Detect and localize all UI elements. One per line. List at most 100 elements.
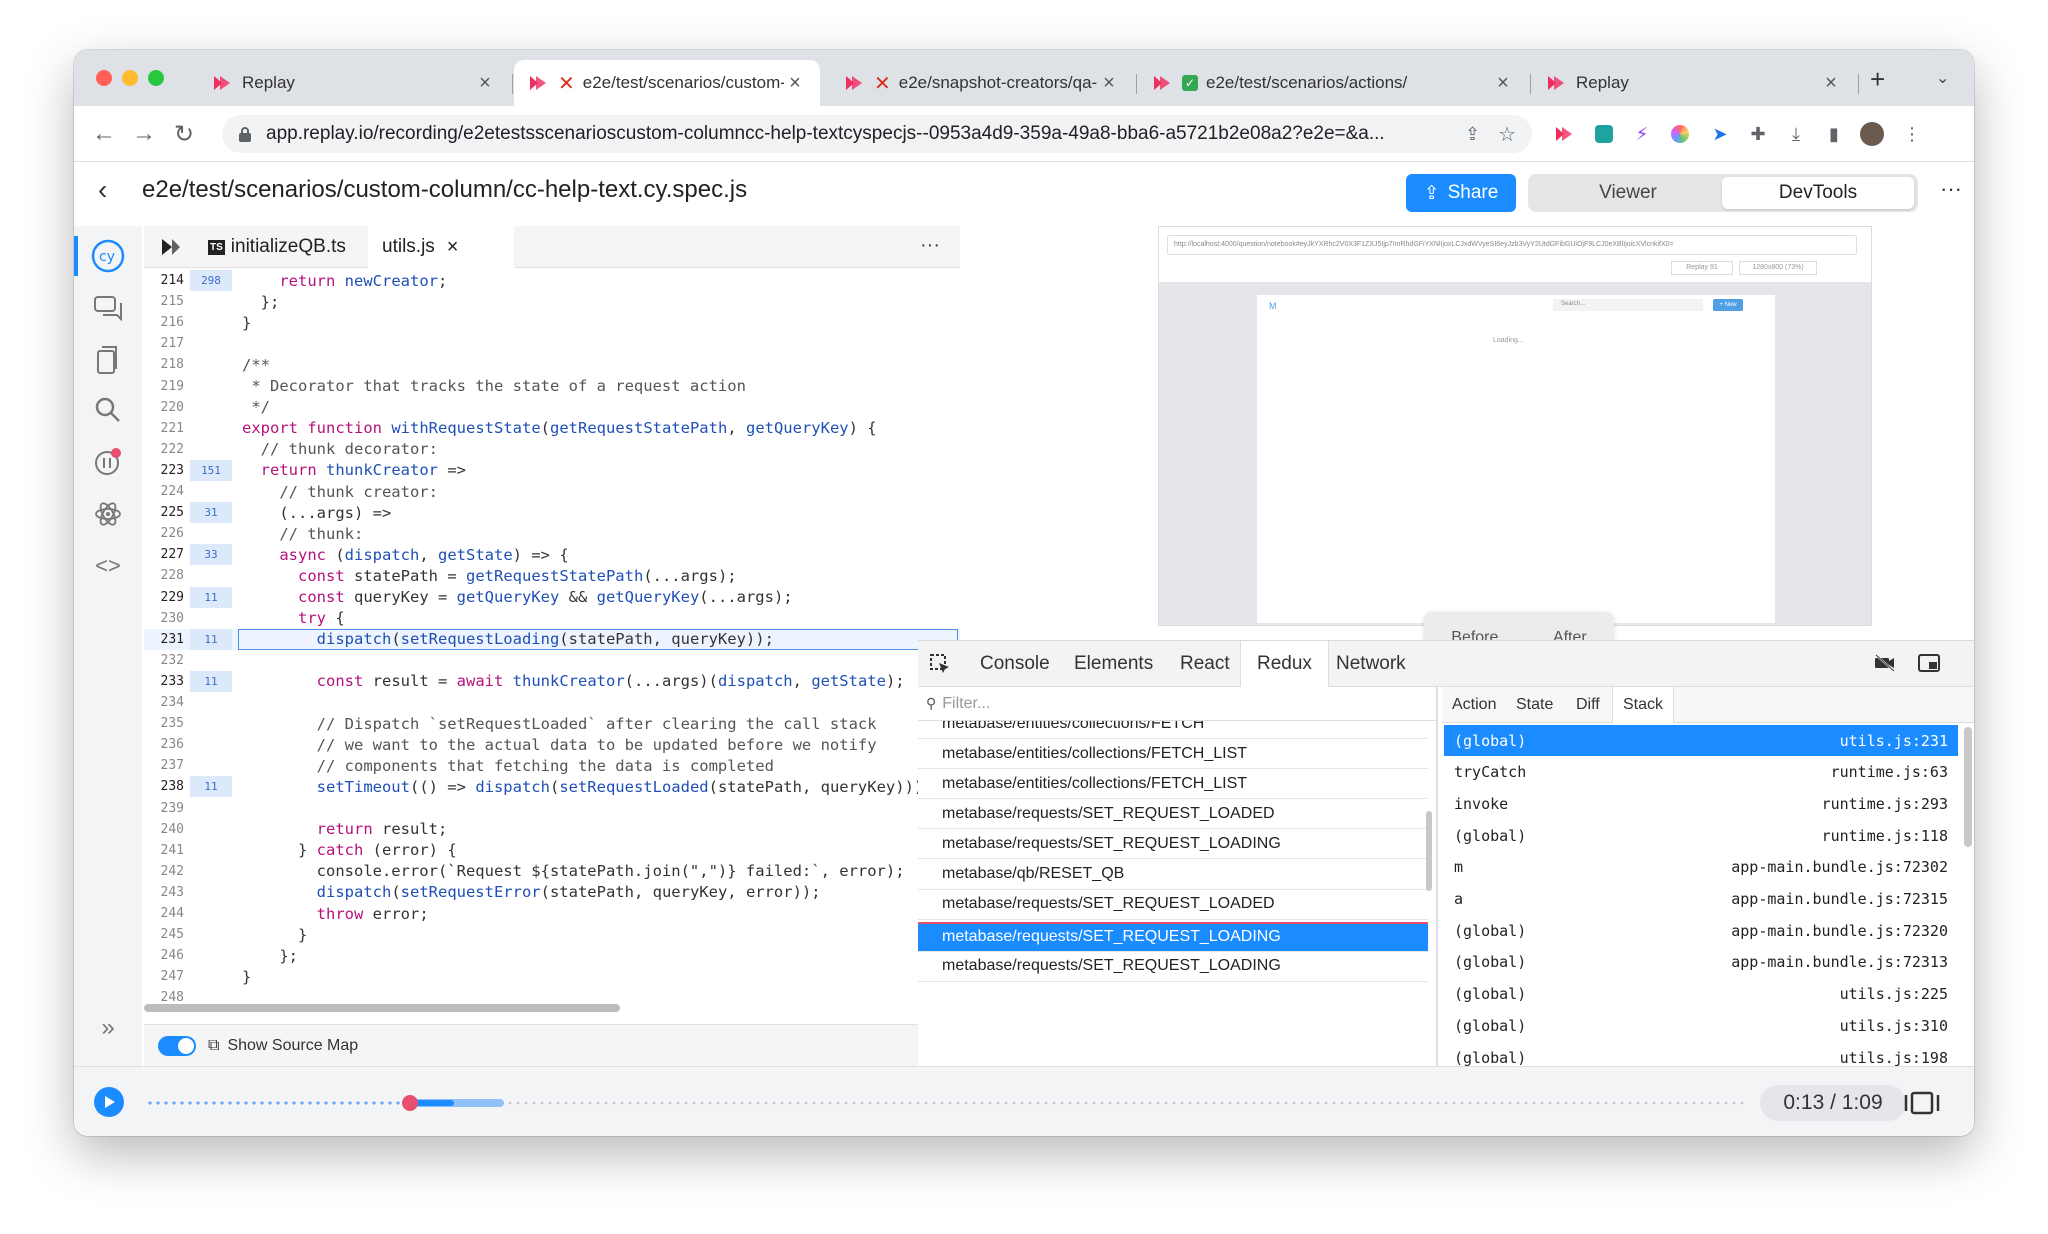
frame-location[interactable]: utils.js:225	[1840, 985, 1948, 1003]
stack-frame[interactable]: a app-main.bundle.js:72315	[1444, 884, 1958, 915]
redux-action-item[interactable]: metabase/entities/collections/FETCH_LIST	[918, 769, 1428, 800]
stack-scrollbar[interactable]	[1964, 727, 1972, 847]
hit-count[interactable]	[190, 840, 232, 861]
line-number[interactable]: 237	[144, 758, 188, 773]
line-number[interactable]: 225	[144, 505, 188, 520]
line-number[interactable]: 240	[144, 822, 188, 837]
code-line[interactable]: 229 11 const queryKey = getQueryKey && ge…	[144, 586, 960, 608]
stack-frame[interactable]: tryCatch runtime.js:63	[1444, 757, 1958, 788]
line-number[interactable]: 245	[144, 927, 188, 942]
panel-splitter[interactable]	[1436, 687, 1438, 1067]
line-number[interactable]: 229	[144, 590, 188, 605]
replay-info-icon[interactable]	[90, 444, 126, 480]
close-tab-icon[interactable]: ×	[1098, 72, 1120, 95]
element-picker-icon[interactable]	[918, 641, 962, 687]
recorded-screenshot[interactable]: http://localhost:4000/question/notebook#…	[1158, 226, 1872, 626]
hit-count[interactable]	[190, 945, 232, 966]
code-line[interactable]: 227 33 async (dispatch, getState) => {	[144, 544, 960, 566]
source-map-toggle[interactable]	[158, 1035, 196, 1056]
browser-tab-replay-2[interactable]: Replay ×	[1532, 60, 1856, 106]
tab-stack[interactable]: Stack	[1612, 687, 1675, 723]
hit-count[interactable]	[190, 966, 232, 987]
line-number[interactable]: 234	[144, 695, 188, 710]
devtools-mode-button[interactable]: DevTools	[1722, 177, 1914, 209]
code-line[interactable]: 244 throw error;	[144, 903, 960, 924]
line-number[interactable]: 216	[144, 315, 188, 330]
line-number[interactable]: 233	[144, 674, 188, 689]
code-line[interactable]: 215 };	[144, 291, 960, 312]
hit-count[interactable]	[190, 291, 232, 312]
redux-action-item[interactable]: metabase/qb/RESET_QB	[918, 860, 1428, 890]
stack-frame[interactable]: (global) utils.js:310	[1444, 1010, 1958, 1041]
code-line[interactable]: 233 11 const result = await thunkCreator(…	[144, 670, 960, 692]
line-number[interactable]: 243	[144, 885, 188, 900]
sources-icon[interactable]	[90, 342, 126, 378]
hit-count[interactable]	[190, 650, 232, 671]
hit-count[interactable]	[190, 439, 232, 460]
code-line[interactable]: 224 // thunk creator:	[144, 481, 960, 502]
code-line[interactable]: 234	[144, 692, 960, 713]
line-number[interactable]: 244	[144, 906, 188, 921]
hit-count[interactable]	[190, 713, 232, 734]
tab-diff[interactable]: Diff	[1566, 687, 1610, 723]
hit-count[interactable]	[190, 523, 232, 544]
hit-count[interactable]	[190, 418, 232, 439]
hit-count[interactable]	[190, 565, 232, 586]
bolt-extension-icon[interactable]: ⚡	[1630, 122, 1654, 146]
browser-tab-actions[interactable]: ✓ e2e/test/scenarios/actions/ ×	[1138, 60, 1528, 106]
line-number[interactable]: 230	[144, 611, 188, 626]
code-line[interactable]: 222 // thunk decorator:	[144, 439, 960, 460]
line-number[interactable]: 238	[144, 779, 188, 794]
hit-count[interactable]	[190, 903, 232, 924]
share-button[interactable]: ⇪ Share	[1406, 174, 1516, 212]
hit-count[interactable]: 31	[190, 502, 232, 524]
hit-count[interactable]	[190, 861, 232, 882]
frame-location[interactable]: app-main.bundle.js:72315	[1731, 890, 1948, 908]
code-line[interactable]: 230 try {	[144, 608, 960, 629]
frame-location[interactable]: utils.js:310	[1840, 1017, 1948, 1035]
search-icon[interactable]	[90, 392, 126, 428]
code-line[interactable]: 232	[144, 650, 960, 671]
hit-count[interactable]: 298	[190, 270, 232, 291]
hit-count[interactable]	[190, 376, 232, 397]
line-number[interactable]: 227	[144, 547, 188, 562]
stack-frame[interactable]: (global) utils.js:198	[1444, 1042, 1958, 1067]
editor-tab-utils[interactable]: utils.js ×	[368, 226, 514, 268]
code-line[interactable]: 241 } catch (error) {	[144, 840, 960, 861]
redux-action-item[interactable]: metabase/requests/SET_REQUEST_LOADING	[918, 921, 1428, 952]
hit-count[interactable]	[190, 608, 232, 629]
line-number[interactable]: 242	[144, 864, 188, 879]
stack-frame[interactable]: (global) utils.js:225	[1444, 979, 1958, 1010]
hit-count[interactable]	[190, 312, 232, 333]
hit-count[interactable]: 11	[190, 586, 232, 608]
cypress-icon[interactable]: cy	[90, 238, 126, 274]
line-number[interactable]: 222	[144, 442, 188, 457]
code-line[interactable]: 238 11 setTimeout(() => dispatch(setReque…	[144, 776, 960, 798]
download-icon[interactable]: ⤓	[1784, 122, 1808, 146]
line-number[interactable]: 231	[144, 632, 188, 647]
frame-location[interactable]: app-main.bundle.js:72320	[1731, 922, 1948, 940]
code-line[interactable]: 216}	[144, 312, 960, 333]
hit-count[interactable]	[190, 798, 232, 819]
share-page-icon[interactable]: ⇪	[1465, 124, 1480, 145]
tab-search-chevron-icon[interactable]: ⌄	[1936, 68, 1949, 88]
viewer-mode-button[interactable]: Viewer	[1532, 177, 1724, 209]
line-number[interactable]: 226	[144, 526, 188, 541]
redux-action-item[interactable]: metabase/entities/collections/FETCH	[918, 721, 1428, 739]
code-icon[interactable]: <>	[90, 548, 126, 584]
code-line[interactable]: 221 export function withRequestState(getR…	[144, 418, 960, 439]
code-line[interactable]: 218 /**	[144, 354, 960, 375]
line-number[interactable]: 247	[144, 969, 188, 984]
code-line[interactable]: 240 return result;	[144, 819, 960, 840]
hit-count[interactable]: 11	[190, 670, 232, 692]
line-number[interactable]: 223	[144, 463, 188, 478]
tab-elements[interactable]: Elements	[1058, 641, 1169, 687]
frame-location[interactable]: app-main.bundle.js:72302	[1731, 858, 1948, 876]
play-button[interactable]	[94, 1087, 124, 1117]
forward-arrow-icon[interactable]: →	[132, 120, 156, 148]
code-line[interactable]: 236 // we want to the actual data to be …	[144, 734, 960, 755]
editor-tab-initializeqb[interactable]: TS initializeQB.ts	[198, 226, 368, 268]
close-window-button[interactable]	[96, 70, 112, 86]
redux-action-item[interactable]: metabase/requests/SET_REQUEST_LOADED	[918, 799, 1428, 830]
puzzle-extensions-icon[interactable]: ✚	[1746, 122, 1770, 146]
